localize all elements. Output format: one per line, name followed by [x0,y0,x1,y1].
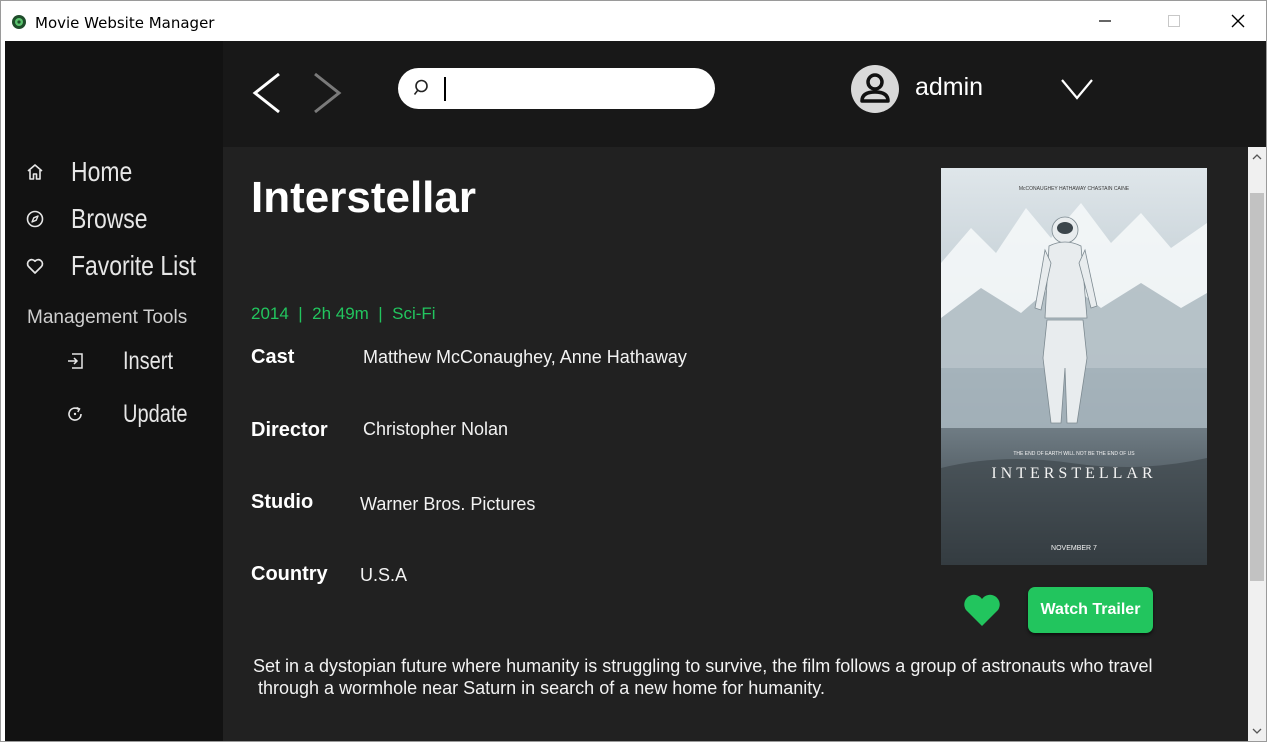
poster-tagline: THE END OF EARTH WILL NOT BE THE END OF … [1013,451,1135,457]
tool-item-update[interactable]: Update [5,396,223,432]
director-value: Christopher Nolan [363,419,509,439]
search-input[interactable] [442,73,702,103]
chevron-up-icon [1252,154,1262,160]
sidebar-item-label: Favorite List [71,250,197,281]
refresh-icon [68,406,82,421]
studio-value: Warner Bros. Pictures [360,494,536,514]
poster-release-date: NOVEMBER 7 [1051,545,1097,552]
user-avatar-icon[interactable] [851,65,899,113]
heart-outline-icon [26,258,44,274]
window-title: Movie Website Manager [35,14,215,32]
cast-label: Cast [251,346,295,368]
cast-value: Matthew McConaughey, Anne Hathaway [363,347,687,367]
scroll-down-button[interactable] [1248,721,1266,741]
top-bar: admin [223,41,1266,147]
back-arrow-icon[interactable] [249,71,283,115]
studio-label: Studio [251,491,314,513]
sidebar-item-favorite-list[interactable]: Favorite List [5,246,223,286]
movie-poster: McCONAUGHEY HATHAWAY CHASTAIN CAINE THE … [941,168,1207,565]
minimize-icon [1099,20,1111,22]
title-bar: Movie Website Manager [1,1,1266,41]
home-icon [27,164,43,180]
sidebar: Home Browse Favorite List Management Too… [5,41,223,741]
favorite-heart-icon[interactable] [962,592,1002,628]
app-logo-icon [12,15,26,29]
tool-item-label: Insert [123,347,174,375]
movie-synopsis: Set in a dystopian future where humanity… [253,655,1223,699]
search-icon [413,79,428,95]
search-box[interactable] [398,68,715,109]
sidebar-item-browse[interactable]: Browse [5,199,223,239]
username-label: admin [915,73,984,101]
sidebar-item-home[interactable]: Home [5,152,223,192]
insert-icon [68,353,83,369]
text-caret [444,77,446,101]
synopsis-line: through a wormhole near Saturn in search… [253,678,825,698]
compass-icon [26,210,44,228]
sidebar-item-label: Home [71,156,133,187]
maximize-icon [1168,15,1180,27]
synopsis-line: Set in a dystopian future where humanity… [253,656,1153,676]
app-window: Movie Website Manager Home Browse Favori… [0,0,1267,742]
chevron-down-icon[interactable] [1059,75,1095,103]
poster-credits: McCONAUGHEY HATHAWAY CHASTAIN CAINE [1019,186,1130,192]
movie-meta: 2014 | 2h 49m | Sci-Fi [251,304,436,323]
forward-arrow-icon[interactable] [311,71,345,115]
vertical-scrollbar[interactable] [1248,147,1266,741]
movie-detail-panel: Interstellar 2014 | 2h 49m | Sci-Fi Cast… [223,147,1248,741]
watch-trailer-button[interactable]: Watch Trailer [1028,587,1153,633]
director-label: Director [251,419,328,441]
close-icon [1231,14,1245,28]
tool-item-label: Update [123,400,188,428]
chevron-down-small-icon [1252,728,1262,734]
scrollbar-thumb[interactable] [1250,193,1264,581]
maximize-button[interactable] [1151,1,1197,41]
country-label: Country [251,563,328,585]
scroll-up-button[interactable] [1248,147,1266,167]
poster-title: INTERSTELLAR [991,465,1156,482]
management-tools-heading: Management Tools [27,307,188,328]
tool-item-insert[interactable]: Insert [5,343,223,379]
country-value: U.S.A [360,565,408,585]
minimize-button[interactable] [1082,1,1128,41]
close-button[interactable] [1215,1,1261,41]
sidebar-item-label: Browse [71,203,148,234]
movie-title: Interstellar [251,173,476,222]
